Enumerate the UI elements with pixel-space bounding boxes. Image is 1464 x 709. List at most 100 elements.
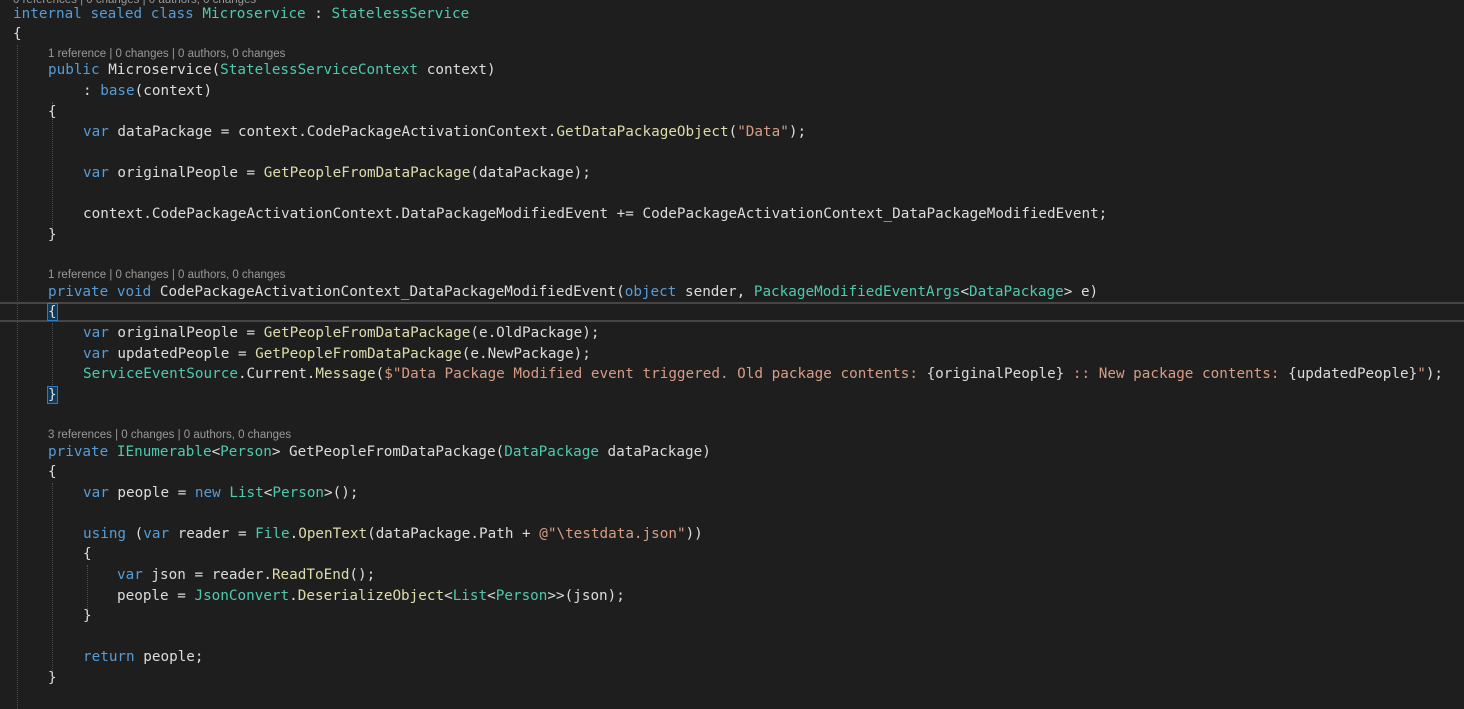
- code-token: people;: [134, 649, 204, 665]
- type-token: List: [229, 485, 264, 501]
- code-line-ctor-open[interactable]: {: [48, 102, 57, 122]
- code-token: .Current.: [237, 366, 316, 382]
- code-line-getp-l1[interactable]: var people = new List<Person>();: [83, 483, 358, 503]
- method-token: GetPeopleFromDataPackage: [255, 346, 462, 362]
- code-line-getp-l2[interactable]: using (var reader = File.OpenText(dataPa…: [83, 524, 703, 544]
- keyword-token: var: [143, 526, 170, 542]
- code-line-handler-l1[interactable]: var originalPeople = GetPeopleFromDataPa…: [83, 323, 599, 343]
- colon-token: :: [305, 6, 332, 22]
- code-line-ctor-l1[interactable]: var dataPackage = context.CodePackageAct…: [83, 122, 806, 142]
- brace-token: {: [48, 104, 57, 120]
- keyword-token: private void: [48, 284, 152, 300]
- code-token: (e.OldPackage);: [470, 325, 600, 341]
- method-name-token: GetPeopleFromDataPackage: [289, 444, 496, 460]
- method-name-token: CodePackageActivationContext_DataPackage…: [159, 284, 617, 300]
- type-token: PackageModifiedEventArgs: [753, 284, 961, 300]
- code-line-handler-close[interactable]: }: [47, 385, 58, 405]
- paren-token: (: [126, 526, 144, 542]
- code-line-class-open[interactable]: {: [13, 24, 22, 44]
- code-token: people =: [108, 485, 195, 501]
- ctor-name-token: Microservice: [108, 62, 212, 78]
- string-token: @"\testdata.json": [539, 526, 686, 542]
- angle-token: >: [271, 444, 290, 460]
- keyword-token: public: [48, 62, 100, 78]
- code-line-getp-l3[interactable]: {: [83, 544, 92, 564]
- code-line-handler-l2[interactable]: var updatedPeople = GetPeopleFromDataPac…: [83, 344, 591, 364]
- type-token: StatelessServiceContext: [220, 62, 419, 78]
- keyword-token: var: [83, 124, 109, 140]
- code-token: (e.NewPackage);: [461, 346, 591, 362]
- interpolation-token: {originalPeople}: [926, 366, 1065, 382]
- code-token: >>(json);: [547, 588, 625, 604]
- angle-token: <: [960, 284, 970, 300]
- paren-token: )): [685, 526, 703, 542]
- keyword-token: new: [194, 485, 221, 501]
- type-token: List: [452, 588, 488, 604]
- paren-token: (: [495, 444, 505, 460]
- method-token: Message: [315, 366, 376, 382]
- code-line-ctor-decl[interactable]: public Microservice(StatelessServiceCont…: [48, 60, 496, 80]
- code-line-getp-open[interactable]: {: [48, 462, 57, 482]
- code-line-getp-decl[interactable]: private IEnumerable<Person> GetPeopleFro…: [48, 442, 711, 462]
- brace-token: {: [48, 464, 57, 480]
- indent-guide: [87, 565, 88, 611]
- type-token: IEnumerable: [116, 444, 212, 460]
- code-token: originalPeople =: [108, 325, 264, 341]
- dot-token: .: [289, 588, 298, 604]
- type-token: File: [255, 526, 290, 542]
- keyword-token: using: [83, 526, 127, 542]
- dot-token: .: [289, 526, 299, 542]
- param-token: > e): [1063, 284, 1099, 300]
- method-token: DeserializeObject: [297, 588, 445, 604]
- method-token: ReadToEnd: [271, 567, 350, 583]
- code-token: json = reader.: [142, 567, 272, 583]
- keyword-token: internal sealed class: [13, 6, 194, 22]
- keyword-token: private: [48, 444, 109, 460]
- type-token: Person: [495, 588, 548, 604]
- args-token: (context): [134, 83, 213, 99]
- brace-token: }: [48, 227, 57, 243]
- code-line-handler-l3[interactable]: ServiceEventSource.Current.Message($"Dat…: [83, 364, 1443, 384]
- keyword-token: object: [624, 284, 677, 300]
- code-token: ();: [349, 567, 376, 583]
- codelens-event-handler[interactable]: 1 reference | 0 changes | 0 authors, 0 c…: [48, 267, 285, 283]
- code-line-ctor-l2[interactable]: var originalPeople = GetPeopleFromDataPa…: [83, 163, 591, 183]
- code-token: (dataPackage);: [470, 165, 591, 181]
- keyword-token: var: [83, 485, 109, 501]
- paren-token: (: [211, 62, 221, 78]
- codelens-get-people[interactable]: 3 references | 0 changes | 0 authors, 0 …: [48, 427, 291, 443]
- colon-token: :: [83, 83, 101, 99]
- code-line-getp-l4[interactable]: var json = reader.ReadToEnd();: [117, 565, 375, 585]
- base-type-token: StatelessService: [331, 6, 470, 22]
- code-line-class-decl[interactable]: internal sealed class Microservice : Sta…: [13, 4, 469, 24]
- code-token: people =: [117, 588, 195, 604]
- code-line-ctor-base[interactable]: : base(context): [83, 81, 212, 101]
- paren-token: (: [728, 124, 738, 140]
- code-line-getp-close[interactable]: }: [48, 668, 57, 688]
- code-line-getp-l7[interactable]: return people;: [83, 647, 204, 667]
- keyword-token: var: [117, 567, 143, 583]
- matched-brace-token: {: [47, 303, 58, 321]
- current-line-highlight: [0, 302, 1464, 322]
- code-token: context.CodePackageActivationContext.Dat…: [83, 206, 1108, 222]
- paren-token: (: [616, 284, 625, 300]
- type-token: Person: [220, 444, 272, 460]
- code-line-handler-decl[interactable]: private void CodePackageActivationContex…: [48, 282, 1098, 302]
- code-token: dataPackage = context.CodePackageActivat…: [108, 124, 557, 140]
- string-token: $"Data Package Modified event triggered.…: [384, 366, 927, 382]
- code-line-ctor-close[interactable]: }: [48, 225, 57, 245]
- type-token: DataPackage: [504, 444, 599, 460]
- code-line-getp-l6[interactable]: }: [83, 606, 92, 626]
- method-token: OpenText: [298, 526, 368, 542]
- method-token: GetPeopleFromDataPackage: [263, 165, 471, 181]
- code-line-getp-l5[interactable]: people = JsonConvert.DeserializeObject<L…: [117, 586, 625, 606]
- type-token: DataPackage: [969, 284, 1064, 300]
- string-token: "Data": [737, 124, 789, 140]
- string-token: :: New package contents:: [1064, 366, 1289, 382]
- code-token: (dataPackage.Path +: [367, 526, 540, 542]
- type-token: ServiceEventSource: [83, 366, 238, 382]
- code-line-handler-open[interactable]: {: [47, 302, 58, 322]
- code-line-ctor-l3[interactable]: context.CodePackageActivationContext.Dat…: [83, 204, 1107, 224]
- keyword-token: var: [83, 346, 109, 362]
- code-editor[interactable]: 0 references | 0 changes | 0 authors, 0 …: [0, 0, 1464, 709]
